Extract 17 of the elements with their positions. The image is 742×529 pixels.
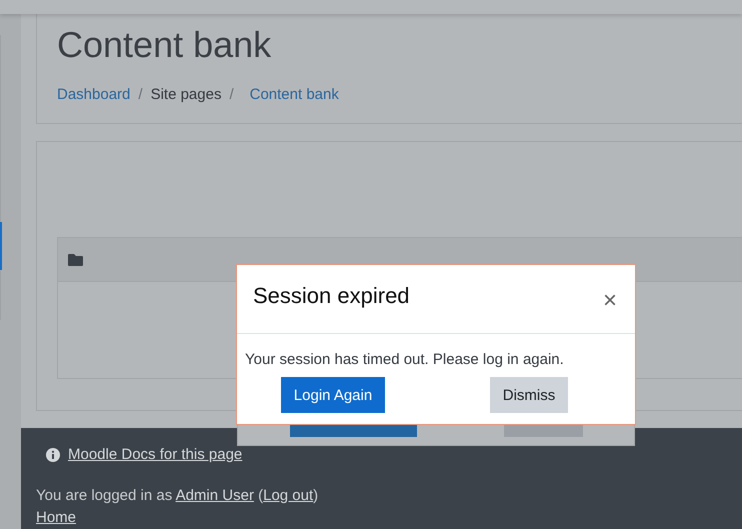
breadcrumb-separator: / bbox=[138, 86, 143, 103]
login-info: You are logged in as Admin User (Log out) bbox=[36, 486, 320, 506]
login-button[interactable]: Login Again bbox=[280, 377, 386, 413]
active-indicator bbox=[0, 222, 2, 270]
folder-icon bbox=[68, 254, 83, 266]
footer-link[interactable]: Log out bbox=[263, 487, 314, 504]
breadcrumb-item: Site pages bbox=[150, 86, 222, 103]
dialog-message: Your session has timed out. Please log in again. bbox=[245, 350, 565, 370]
dismiss-button[interactable]: Dismiss bbox=[490, 377, 568, 413]
close-button[interactable]: × bbox=[600, 289, 619, 313]
footer-link[interactable]: Admin User bbox=[176, 487, 254, 504]
info-icon bbox=[46, 448, 60, 462]
docs-link[interactable]: Moodle Docs for this page bbox=[68, 446, 242, 463]
home-link[interactable]: Home bbox=[36, 507, 76, 529]
page-title: Content bank bbox=[57, 25, 272, 65]
breadcrumb-separator: / bbox=[229, 86, 234, 103]
dialog-title: Session expired bbox=[253, 283, 410, 309]
